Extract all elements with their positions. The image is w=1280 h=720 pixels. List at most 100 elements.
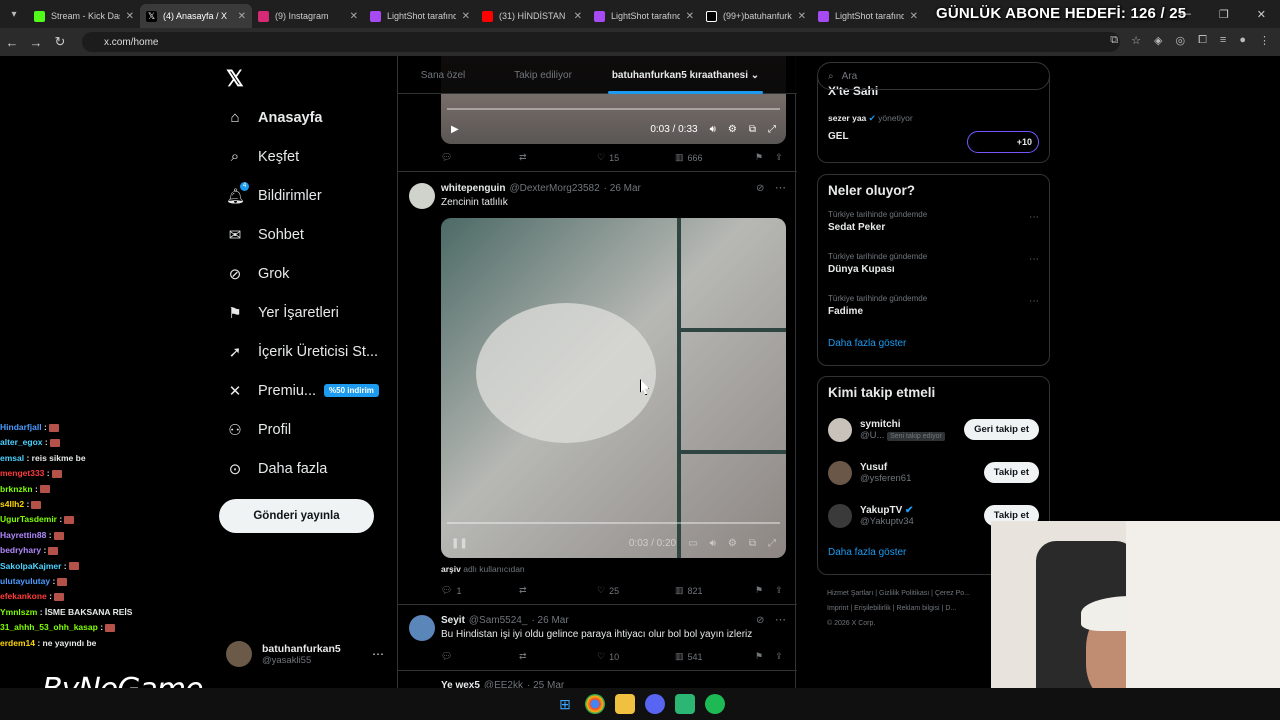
follow-back-button[interactable]: Geri takip et [964,419,1039,440]
close-icon[interactable]: ✕ [350,11,358,22]
more-icon[interactable]: ⋯ [1029,254,1039,265]
pip-icon[interactable]: ⧉ [749,538,756,549]
grok-icon[interactable]: ⊘ [756,183,764,194]
chat-username[interactable]: bedryhary [0,545,41,555]
sidebar-item-grok[interactable]: ⊘ Grok [226,254,379,293]
views-button[interactable]: ▥ 541 [675,651,755,662]
captions-icon[interactable]: ▭ [688,538,697,549]
reply-icon[interactable]: 💬︎ [441,651,519,662]
retweet-icon[interactable]: ⇄ [519,651,597,662]
avatar[interactable] [409,183,435,209]
views-button[interactable]: ▥ 666 [675,152,755,163]
video-progress[interactable] [447,522,780,524]
chat-username[interactable]: Hayrettin88 [0,530,46,540]
pause-icon[interactable]: ❚❚ [451,538,468,549]
fullscreen-icon[interactable]: ⤢ [768,538,776,549]
puzzle-icon[interactable]: ⧠ [1198,34,1207,47]
chat-username[interactable]: brknzkn [0,484,33,494]
reply-icon[interactable]: 💬︎ [441,152,519,163]
maximize-icon[interactable]: ❐ [1219,8,1229,21]
chat-username[interactable]: Hindarfjall [0,422,42,432]
app-icon[interactable] [675,694,695,714]
video-player[interactable]: ❚❚ 0:03 / 0:20 ▭ 🔊︎ ⚙ ⧉ ⤢ [441,218,786,558]
more-icon[interactable]: ⋯ [1029,296,1039,307]
close-window-icon[interactable]: ✕ [1257,8,1266,21]
chat-username[interactable]: emsal [0,453,24,463]
tab-for-you[interactable]: Sana özel [398,56,488,94]
like-button[interactable]: ♡ 25 [597,585,675,596]
chat-username[interactable]: alter_egox [0,437,43,447]
reading-list-icon[interactable]: ≡ [1220,34,1226,47]
chat-username[interactable]: efekankone [0,591,47,601]
chat-username[interactable]: UgurTasdemir [0,514,57,524]
bookmark-icon[interactable]: ⚑ [755,651,763,662]
pip-icon[interactable]: ⧉ [749,124,756,135]
close-icon[interactable]: ✕ [798,11,806,22]
sidebar-item-explore[interactable]: ⌕ Keşfet [226,137,379,176]
chat-username[interactable]: erdem14 [0,638,35,648]
browser-tab[interactable]: LightShot tarafınd ✕ [364,4,476,28]
fullscreen-icon[interactable]: ⤢ [768,124,776,135]
sidebar-item-home[interactable]: ⌂ Anasayfa [226,98,379,137]
browser-tab[interactable]: LightShot tarafınd ✕ [588,4,700,28]
bookmark-icon[interactable]: ⚑ [755,152,763,163]
close-icon[interactable]: ✕ [910,11,918,22]
chat-username[interactable]: Ymnlszm [0,607,37,617]
search-input[interactable]: ⌕ Ara [817,62,1050,90]
trend-item[interactable]: Türkiye tarihinde gündemde Dünya Kupası ⋯ [828,252,1039,282]
close-icon[interactable]: ✕ [126,11,134,22]
volume-icon[interactable]: 🔊︎ [710,124,716,135]
video-progress[interactable] [447,108,780,110]
settings-icon[interactable]: ⚙ [728,538,737,549]
windows-start-icon[interactable]: ⊞ [555,694,575,714]
chrome-icon[interactable] [585,694,605,714]
extension-icon[interactable]: ◎ [1176,34,1186,47]
sidebar-item-creator-studio[interactable]: ➚ İçerik Üreticisi St... [226,332,379,371]
chat-username[interactable]: s4llh2 [0,499,24,509]
follow-suggestion[interactable]: Yusuf @ysferen61 Takip et [828,451,1039,494]
retweet-icon[interactable]: ⇄ [519,585,597,596]
avatar[interactable] [409,615,435,641]
share-icon[interactable]: ⇪ [775,651,783,662]
views-button[interactable]: ▥ 821 [675,585,755,596]
reload-icon[interactable]: ↻ [48,34,72,50]
bookmark-icon[interactable]: ⚑ [755,585,763,596]
discord-icon[interactable] [645,694,665,714]
sidebar-item-more[interactable]: ⊙ Daha fazla [226,449,379,488]
sidebar-item-profile[interactable]: ⚇ Profil [226,410,379,449]
browser-tab[interactable]: (9) Instagram ✕ [252,4,364,28]
settings-icon[interactable]: ⚙ [728,124,737,135]
profile-avatar[interactable]: ● [1239,34,1246,47]
tab-search-button[interactable]: ▾ [0,0,28,28]
community-name[interactable]: GEL [828,131,849,142]
browser-tab[interactable]: Stream - Kick Dash✕ [28,4,140,28]
chat-username[interactable]: 31_ahhh_53_ohh_kasap [0,622,98,632]
more-icon[interactable]: ⋯ [775,181,786,194]
chat-username[interactable]: ulutayulutay [0,576,50,586]
browser-tab[interactable]: (99+)batuhanfurk ✕ [700,4,812,28]
star-icon[interactable]: ☆ [1131,34,1141,47]
install-icon[interactable]: ⧉ [1110,34,1118,47]
x-logo-icon[interactable]: 𝕏 [226,66,244,92]
post-button[interactable]: Gönderi yayınla [219,499,374,533]
sidebar-item-messages[interactable]: ✉ Sohbet [226,215,379,254]
community-members[interactable]: +10 [967,131,1039,153]
sidebar-item-notifications[interactable]: 🔔︎ 4 Bildirimler [226,176,379,215]
account-switcher[interactable]: batuhanfurkan5 @yasakli55 ⋯ [226,641,384,667]
close-icon[interactable]: ✕ [574,11,582,22]
more-icon[interactable]: ⋯ [1029,212,1039,223]
close-icon[interactable]: ✕ [462,11,470,22]
like-button[interactable]: ♡ 10 [597,651,675,662]
share-icon[interactable]: ⇪ [775,585,783,596]
close-icon[interactable]: ✕ [238,11,246,22]
retweet-icon[interactable]: ⇄ [519,152,597,163]
browser-tab-active[interactable]: 𝕏 (4) Anasayfa / X ✕ [140,4,252,28]
reply-button[interactable]: 💬︎ 1 [441,585,519,596]
browser-tab[interactable]: LightShot tarafınd ✕ [812,4,924,28]
url-field[interactable]: x.com/home [82,32,1120,52]
follow-button[interactable]: Takip et [983,462,1039,483]
chat-username[interactable]: menget333 [0,468,44,478]
grok-icon[interactable]: ⊘ [756,615,764,626]
menu-icon[interactable]: ⋮ [1259,34,1270,47]
spotify-icon[interactable] [705,694,725,714]
